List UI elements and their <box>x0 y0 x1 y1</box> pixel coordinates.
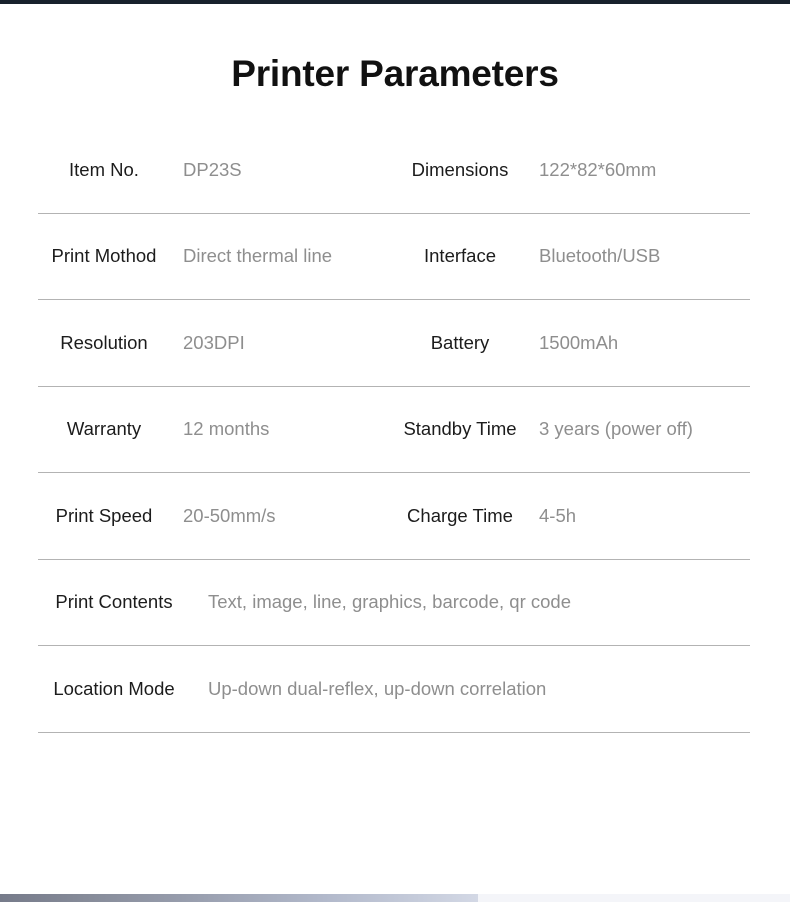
spec-value: Text, image, line, graphics, barcode, qr… <box>208 591 571 613</box>
spec-cell: Battery 1500mAh <box>394 300 750 386</box>
table-row: Print Mothod Direct thermal line Interfa… <box>38 214 750 300</box>
spec-cell: Dimensions 122*82*60mm <box>394 127 750 213</box>
spec-value: 4-5h <box>539 504 577 526</box>
spec-label: Item No. <box>69 158 139 180</box>
spec-value: Direct thermal line <box>183 245 333 267</box>
spec-cell: Standby Time 3 years (power off) <box>394 387 750 473</box>
spec-value: 1500mAh <box>539 331 619 353</box>
spec-label: Dimensions <box>411 158 509 180</box>
spec-value: 12 months <box>183 418 270 440</box>
spec-value: Up-down dual-reflex, up-down correlation <box>208 677 547 699</box>
spec-cell: Resolution 203DPI <box>38 300 394 386</box>
spec-label: Resolution <box>60 331 148 353</box>
spec-sheet-page: Printer Parameters Item No. DP23S Dimens… <box>0 4 790 894</box>
table-row: Location Mode Up-down dual-reflex, up-do… <box>38 646 750 733</box>
table-row: Item No. DP23S Dimensions 122*82*60mm <box>38 127 750 214</box>
spec-label: Standby Time <box>403 418 517 440</box>
printer-parameters-table: Item No. DP23S Dimensions 122*82*60mm Pr… <box>0 127 790 733</box>
spec-label: Print Speed <box>55 504 153 526</box>
spec-label: Interface <box>424 245 496 267</box>
table-row: Print Speed 20-50mm/s Charge Time 4-5h <box>38 473 750 560</box>
table-row: Resolution 203DPI Battery 1500mAh <box>38 300 750 387</box>
spec-cell: Print Mothod Direct thermal line <box>38 214 394 300</box>
spec-label: Location Mode <box>53 677 175 699</box>
table-row: Warranty 12 months Standby Time 3 years … <box>38 387 750 473</box>
spec-label: Charge Time <box>407 504 513 526</box>
spec-value: 3 years (power off) <box>539 418 693 440</box>
spec-label: Battery <box>430 331 490 353</box>
spec-cell: Location Mode Up-down dual-reflex, up-do… <box>38 646 750 732</box>
table-row: Print Contents Text, image, line, graphi… <box>38 560 750 646</box>
spec-cell: Print Contents Text, image, line, graphi… <box>38 560 750 646</box>
spec-cell: Charge Time 4-5h <box>394 473 750 559</box>
spec-value: DP23S <box>183 158 242 180</box>
spec-value: Bluetooth/USB <box>539 245 661 267</box>
page-title: Printer Parameters <box>231 53 559 94</box>
spec-label: Warranty <box>66 418 142 440</box>
spec-label: Print Mothod <box>51 245 157 267</box>
spec-cell: Item No. DP23S <box>38 127 394 213</box>
bottom-filler-bar <box>478 894 790 902</box>
spec-cell: Interface Bluetooth/USB <box>394 214 750 300</box>
bottom-accent-bar <box>0 894 478 902</box>
spec-cell: Print Speed 20-50mm/s <box>38 473 394 559</box>
spec-value: 20-50mm/s <box>183 504 276 526</box>
spec-value: 122*82*60mm <box>539 158 657 180</box>
spec-cell: Warranty 12 months <box>38 387 394 473</box>
spec-value: 203DPI <box>183 331 245 353</box>
spec-label: Print Contents <box>55 591 173 613</box>
